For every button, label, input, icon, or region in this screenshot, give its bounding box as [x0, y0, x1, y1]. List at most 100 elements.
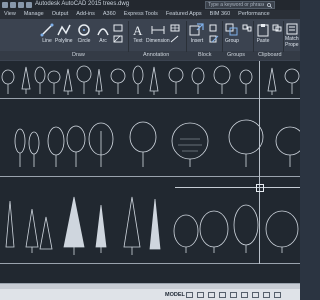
- tree-symbol: [213, 65, 231, 94]
- tab-performance[interactable]: Performance: [234, 10, 274, 19]
- paste-tool-label: Paste: [256, 38, 270, 44]
- tree-row-conifer: [5, 196, 299, 255]
- dimension-tool-button[interactable]: Dimension: [146, 23, 170, 44]
- draw-more-tools[interactable]: [113, 24, 123, 43]
- tree-row-small: [1, 65, 300, 95]
- panel-label-draw[interactable]: Draw: [72, 52, 85, 58]
- tree-row-deciduous: [14, 119, 300, 167]
- osnap-icon[interactable]: [230, 292, 237, 298]
- groups-more-tools[interactable]: [242, 24, 252, 32]
- tree-symbol: [284, 68, 300, 94]
- annotation-more-tools[interactable]: [170, 24, 180, 43]
- match-properties-button[interactable]: Match Prope: [285, 23, 299, 48]
- leader-icon: [170, 35, 179, 43]
- line-tool-button[interactable]: Line: [40, 23, 54, 44]
- new-file-icon[interactable]: [2, 2, 8, 8]
- arc-tool-button[interactable]: Arc: [96, 23, 110, 44]
- block-more-tools[interactable]: [209, 24, 219, 43]
- edit-block-icon: [209, 35, 219, 43]
- horizontal-scrollbar[interactable]: [0, 284, 300, 289]
- insert-tool-label: Insert: [190, 38, 204, 44]
- workspace-icon[interactable]: [263, 292, 270, 298]
- tab-featured-apps[interactable]: Featured Apps: [162, 10, 206, 19]
- undo-icon[interactable]: [26, 2, 32, 8]
- tree-symbol: [267, 67, 277, 95]
- title-bar: Autodesk AutoCAD 2015 trees.dwg: [0, 0, 300, 10]
- annotation-scale-icon[interactable]: [252, 292, 259, 298]
- tree-symbol: [25, 208, 39, 253]
- quick-access-toolbar: [0, 2, 32, 8]
- tab-view[interactable]: View: [0, 10, 20, 19]
- search-input[interactable]: [206, 2, 264, 8]
- tab-bim-360[interactable]: BIM 360: [206, 10, 234, 19]
- tab-a360[interactable]: A360: [99, 10, 120, 19]
- group-icon: [225, 23, 238, 36]
- tree-symbol: [228, 119, 264, 167]
- arc-tool-label: Arc: [99, 38, 107, 44]
- tree-symbol: [5, 200, 15, 248]
- tree-symbol: [123, 196, 141, 255]
- ribbon-tab-bar: View Manage Output Add-ins A360 Express …: [0, 10, 300, 19]
- tree-symbol: [1, 69, 15, 94]
- tree-symbol: [275, 126, 300, 167]
- tree-symbol: [21, 66, 31, 94]
- model-space-toggle[interactable]: MODEL: [165, 292, 185, 298]
- status-bar: MODEL: [0, 283, 300, 300]
- status-toggles: [186, 292, 281, 298]
- document-title: Autodesk AutoCAD 2015 trees.dwg: [35, 1, 130, 7]
- line-tool-label: Line: [42, 38, 52, 44]
- insert-tool-button[interactable]: Insert: [189, 23, 205, 44]
- tab-add-ins[interactable]: Add-ins: [72, 10, 99, 19]
- tree-symbol: [47, 126, 65, 167]
- text-icon: A: [133, 23, 143, 37]
- row-divider-line: [0, 263, 300, 264]
- tree-symbol: [239, 69, 253, 94]
- tree-symbol: [173, 214, 199, 253]
- lineweight-icon[interactable]: [241, 292, 248, 298]
- circle-tool-button[interactable]: Circle: [77, 23, 91, 44]
- open-file-icon[interactable]: [10, 2, 16, 8]
- polar-icon[interactable]: [219, 292, 226, 298]
- group-tool-button[interactable]: Group: [225, 23, 239, 44]
- text-tool-label: Text: [133, 38, 143, 44]
- tree-symbol: [171, 122, 209, 167]
- tree-symbol: [14, 128, 26, 167]
- tab-output[interactable]: Output: [48, 10, 73, 19]
- tree-symbol: [63, 196, 85, 255]
- row-divider-line: [0, 176, 300, 177]
- ortho-icon[interactable]: [208, 292, 215, 298]
- drawing-canvas[interactable]: [0, 61, 300, 283]
- text-tool-button[interactable]: A Text: [131, 23, 145, 44]
- crosshair-pickbox: [256, 184, 264, 192]
- tab-manage[interactable]: Manage: [20, 10, 48, 19]
- tree-symbol: [199, 210, 229, 253]
- polyline-tool-button[interactable]: Polyline: [55, 23, 73, 44]
- paste-tool-button[interactable]: Paste: [256, 23, 270, 44]
- panel-label-clipboard[interactable]: Clipboard: [258, 52, 282, 58]
- clipboard-more-tools[interactable]: [272, 24, 282, 32]
- snap-icon[interactable]: [197, 292, 204, 298]
- dimension-tool-label: Dimension: [146, 38, 170, 44]
- panel-label-annotation[interactable]: Annotation: [143, 52, 169, 58]
- tree-symbol: [28, 131, 40, 167]
- panel-label-block[interactable]: Block: [198, 52, 211, 58]
- polyline-tool-label: Polyline: [55, 38, 73, 44]
- customize-icon[interactable]: [274, 292, 281, 298]
- panel-label-groups[interactable]: Groups: [227, 52, 245, 58]
- grid-icon[interactable]: [186, 292, 193, 298]
- match-properties-icon: [286, 23, 298, 35]
- tree-symbol: [76, 65, 92, 94]
- arc-icon: [97, 28, 109, 36]
- tab-express-tools[interactable]: Express Tools: [120, 10, 162, 19]
- table-icon: [170, 24, 180, 32]
- tree-symbol: [39, 216, 53, 250]
- save-icon[interactable]: [18, 2, 24, 8]
- tree-symbol: [129, 121, 157, 167]
- tree-symbol: [47, 70, 61, 94]
- search-box[interactable]: [205, 1, 275, 9]
- tree-symbol: [132, 65, 144, 94]
- search-icon: [267, 3, 272, 8]
- tree-symbol: [34, 66, 46, 94]
- copy-icon: [272, 24, 282, 32]
- tree-symbol: [110, 68, 126, 94]
